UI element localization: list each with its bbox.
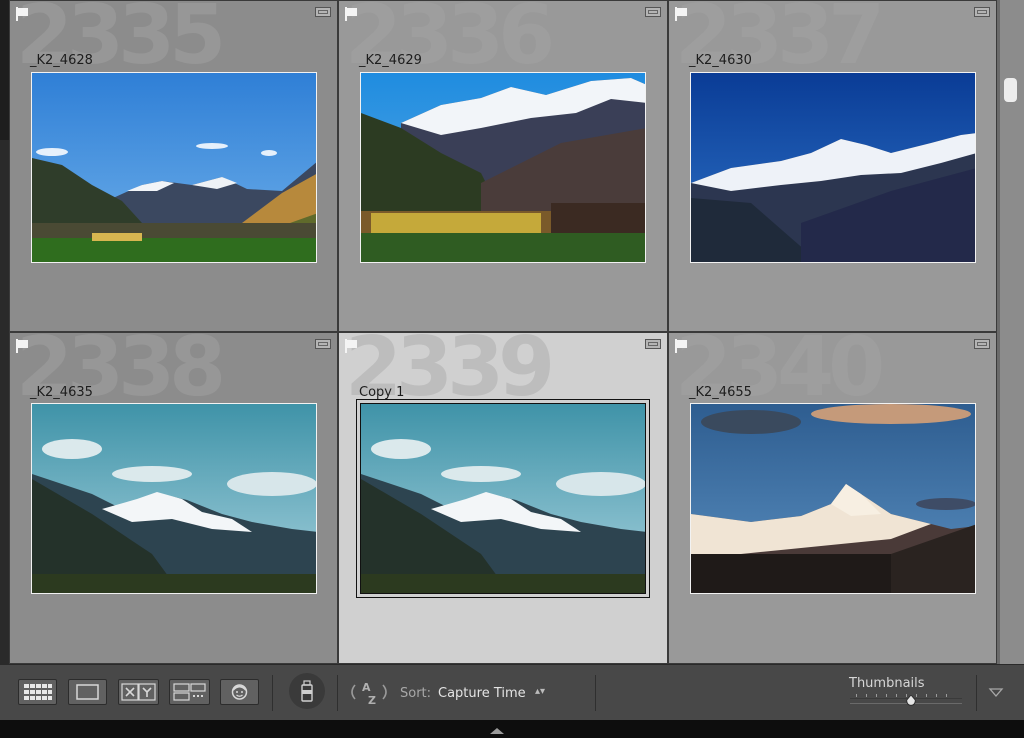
flag-icon[interactable] (345, 339, 357, 353)
bottom-panel-bar (0, 720, 1024, 738)
file-name: _K2_4628 (30, 53, 93, 68)
file-name: _K2_4629 (359, 53, 422, 68)
metadata-badge-icon[interactable] (315, 339, 331, 349)
toolbar-menu-button[interactable] (986, 683, 1006, 703)
survey-view-icon (173, 683, 206, 701)
compare-view-icon (121, 683, 156, 701)
painter-button[interactable] (289, 673, 325, 709)
flag-icon[interactable] (16, 339, 28, 353)
metadata-badge-icon[interactable] (974, 339, 990, 349)
library-toolbar: A Z Sort: Capture Time ▴▾ Thumbnails (0, 664, 1024, 720)
grid-cell-selected[interactable]: 2339 Copy 1 (338, 332, 668, 664)
file-name: _K2_4630 (689, 53, 752, 68)
sort-dropdown[interactable]: Capture Time (438, 686, 526, 701)
photo-thumbnail[interactable] (690, 72, 976, 263)
left-panel-edge (0, 0, 9, 664)
flag-icon[interactable] (675, 339, 687, 353)
metadata-badge-icon[interactable] (974, 7, 990, 17)
grid-cell[interactable]: 2338 _K2_4635 (9, 332, 338, 664)
grid-cell[interactable]: 2337 _K2_4630 (668, 0, 997, 332)
file-name: Copy 1 (359, 385, 405, 400)
compare-view-button[interactable] (118, 679, 159, 705)
toolbar-separator (272, 675, 273, 711)
loupe-view-icon (76, 684, 99, 700)
toolbar-separator (337, 675, 338, 711)
grid-cell[interactable]: 2335 _K2_4628 (9, 0, 338, 332)
photo-thumbnail[interactable] (31, 403, 317, 594)
loupe-view-button[interactable] (68, 679, 107, 705)
metadata-badge-icon[interactable] (315, 7, 331, 17)
sort-label: Sort: (400, 686, 432, 701)
flag-icon[interactable] (675, 7, 687, 21)
file-name: _K2_4655 (689, 385, 752, 400)
toolbar-separator (976, 675, 977, 711)
photo-thumbnail[interactable] (356, 399, 650, 598)
grid-cell[interactable]: 2340 _K2_4655 (668, 332, 997, 664)
flag-icon[interactable] (345, 7, 357, 21)
people-view-button[interactable] (220, 679, 259, 705)
photo-thumbnail[interactable] (360, 72, 646, 263)
spray-can-icon (301, 680, 313, 702)
scrollbar-thumb[interactable] (1004, 78, 1017, 102)
show-filmstrip-triangle-icon[interactable] (490, 728, 504, 734)
file-name: _K2_4635 (30, 385, 93, 400)
triangle-down-icon (988, 688, 1004, 697)
az-sort-icon: A Z (351, 681, 387, 707)
survey-view-button[interactable] (169, 679, 210, 705)
sort-dropdown-arrows-icon[interactable]: ▴▾ (535, 686, 545, 697)
flag-icon[interactable] (16, 7, 28, 21)
left-panel-notch (0, 0, 9, 140)
svg-text:Z: Z (368, 694, 376, 707)
metadata-badge-icon[interactable] (645, 339, 661, 349)
photo-thumbnail[interactable] (690, 403, 976, 594)
scrollbar-track-edge (997, 0, 1000, 664)
sort-direction-button[interactable]: A Z (347, 677, 391, 707)
grid-view-icon (24, 684, 52, 700)
svg-text:A: A (362, 681, 371, 694)
grid-cell[interactable]: 2336 _K2_4629 (338, 0, 668, 332)
slider-knob[interactable] (905, 695, 917, 707)
toolbar-separator (595, 675, 596, 711)
vertical-scrollbar[interactable] (997, 0, 1024, 664)
grid-view-button[interactable] (18, 679, 57, 705)
photo-thumbnail[interactable] (31, 72, 317, 263)
thumbnail-size-slider[interactable] (850, 694, 962, 707)
people-view-icon (231, 684, 248, 700)
metadata-badge-icon[interactable] (645, 7, 661, 17)
thumbnail-grid: 2335 _K2_4628 2336 _K2_4629 2337 _K2_463… (9, 0, 997, 664)
thumbnails-label: Thumbnails (849, 676, 925, 691)
